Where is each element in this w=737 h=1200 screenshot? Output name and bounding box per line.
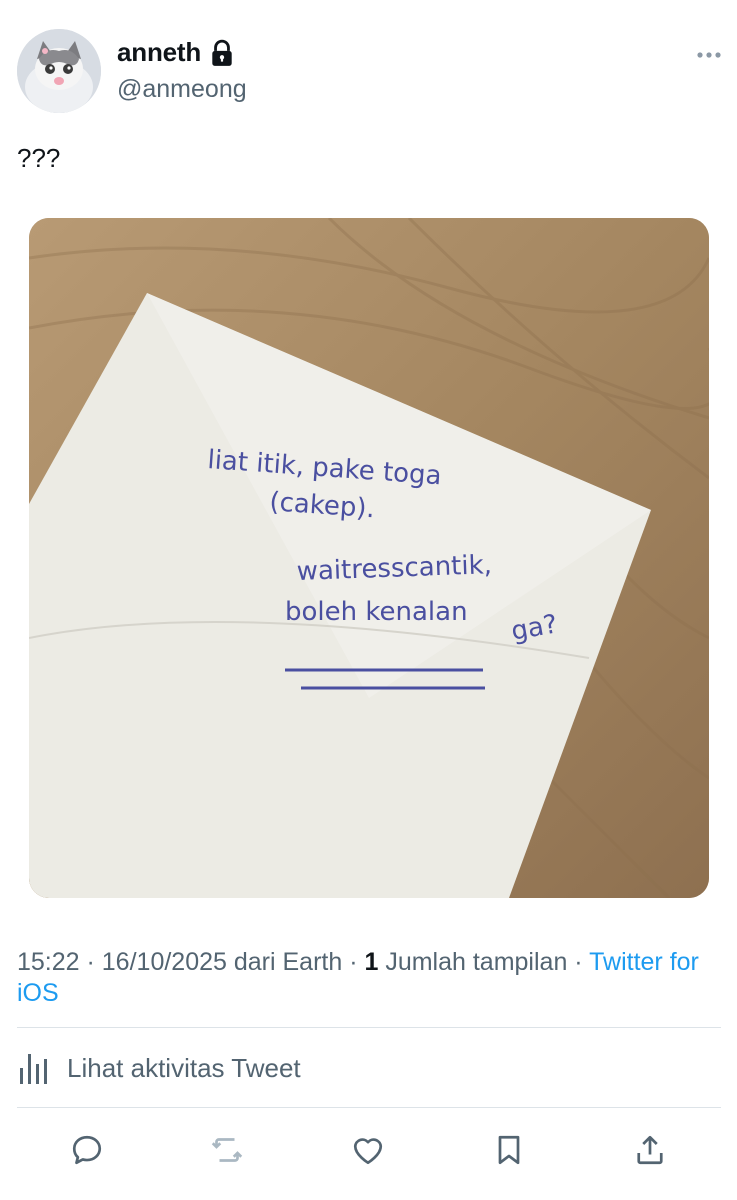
tweet-location: dari Earth <box>226 948 343 976</box>
retweet-button[interactable] <box>207 1128 247 1172</box>
divider <box>17 1027 721 1028</box>
display-name[interactable]: anneth <box>117 37 201 68</box>
tweet-date[interactable]: 16/10/2025 <box>102 948 227 976</box>
bar-chart-icon <box>20 1054 47 1084</box>
tweet-text: ??? <box>17 143 61 173</box>
note-line-4: boleh kenalan <box>285 597 468 627</box>
author-name-row[interactable]: anneth <box>117 37 235 68</box>
lock-icon <box>212 39 232 66</box>
retweet-icon <box>211 1138 243 1162</box>
reply-button[interactable] <box>67 1128 107 1172</box>
avatar[interactable] <box>17 29 101 113</box>
tweet-time[interactable]: 15:22 <box>17 948 80 976</box>
like-button[interactable] <box>348 1128 388 1172</box>
more-icon[interactable] <box>694 44 724 66</box>
tweet-activity-link[interactable]: Lihat aktivitas Tweet <box>17 1050 301 1086</box>
reply-icon <box>72 1135 102 1165</box>
meta-separator: · <box>342 948 365 976</box>
author-handle[interactable]: @anmeong <box>117 75 247 104</box>
views-count: 1 <box>364 948 379 976</box>
tweet-media-image[interactable]: liat itik, pake toga (cakep). waitressca… <box>29 218 709 898</box>
views-label: Jumlah tampilan <box>378 948 568 976</box>
tweet-meta: 15:22 · 16/10/2025 dari Earth · 1 Jumlah… <box>17 947 722 1009</box>
share-button[interactable] <box>630 1128 670 1172</box>
action-bar <box>0 1128 737 1176</box>
bookmark-button[interactable] <box>489 1128 529 1172</box>
meta-separator: · <box>79 948 102 976</box>
activity-label: Lihat aktivitas Tweet <box>67 1052 301 1083</box>
divider <box>17 1107 721 1108</box>
bookmark-icon <box>498 1135 520 1165</box>
heart-icon <box>353 1138 383 1165</box>
meta-separator: · <box>567 948 590 976</box>
share-icon <box>637 1135 663 1165</box>
